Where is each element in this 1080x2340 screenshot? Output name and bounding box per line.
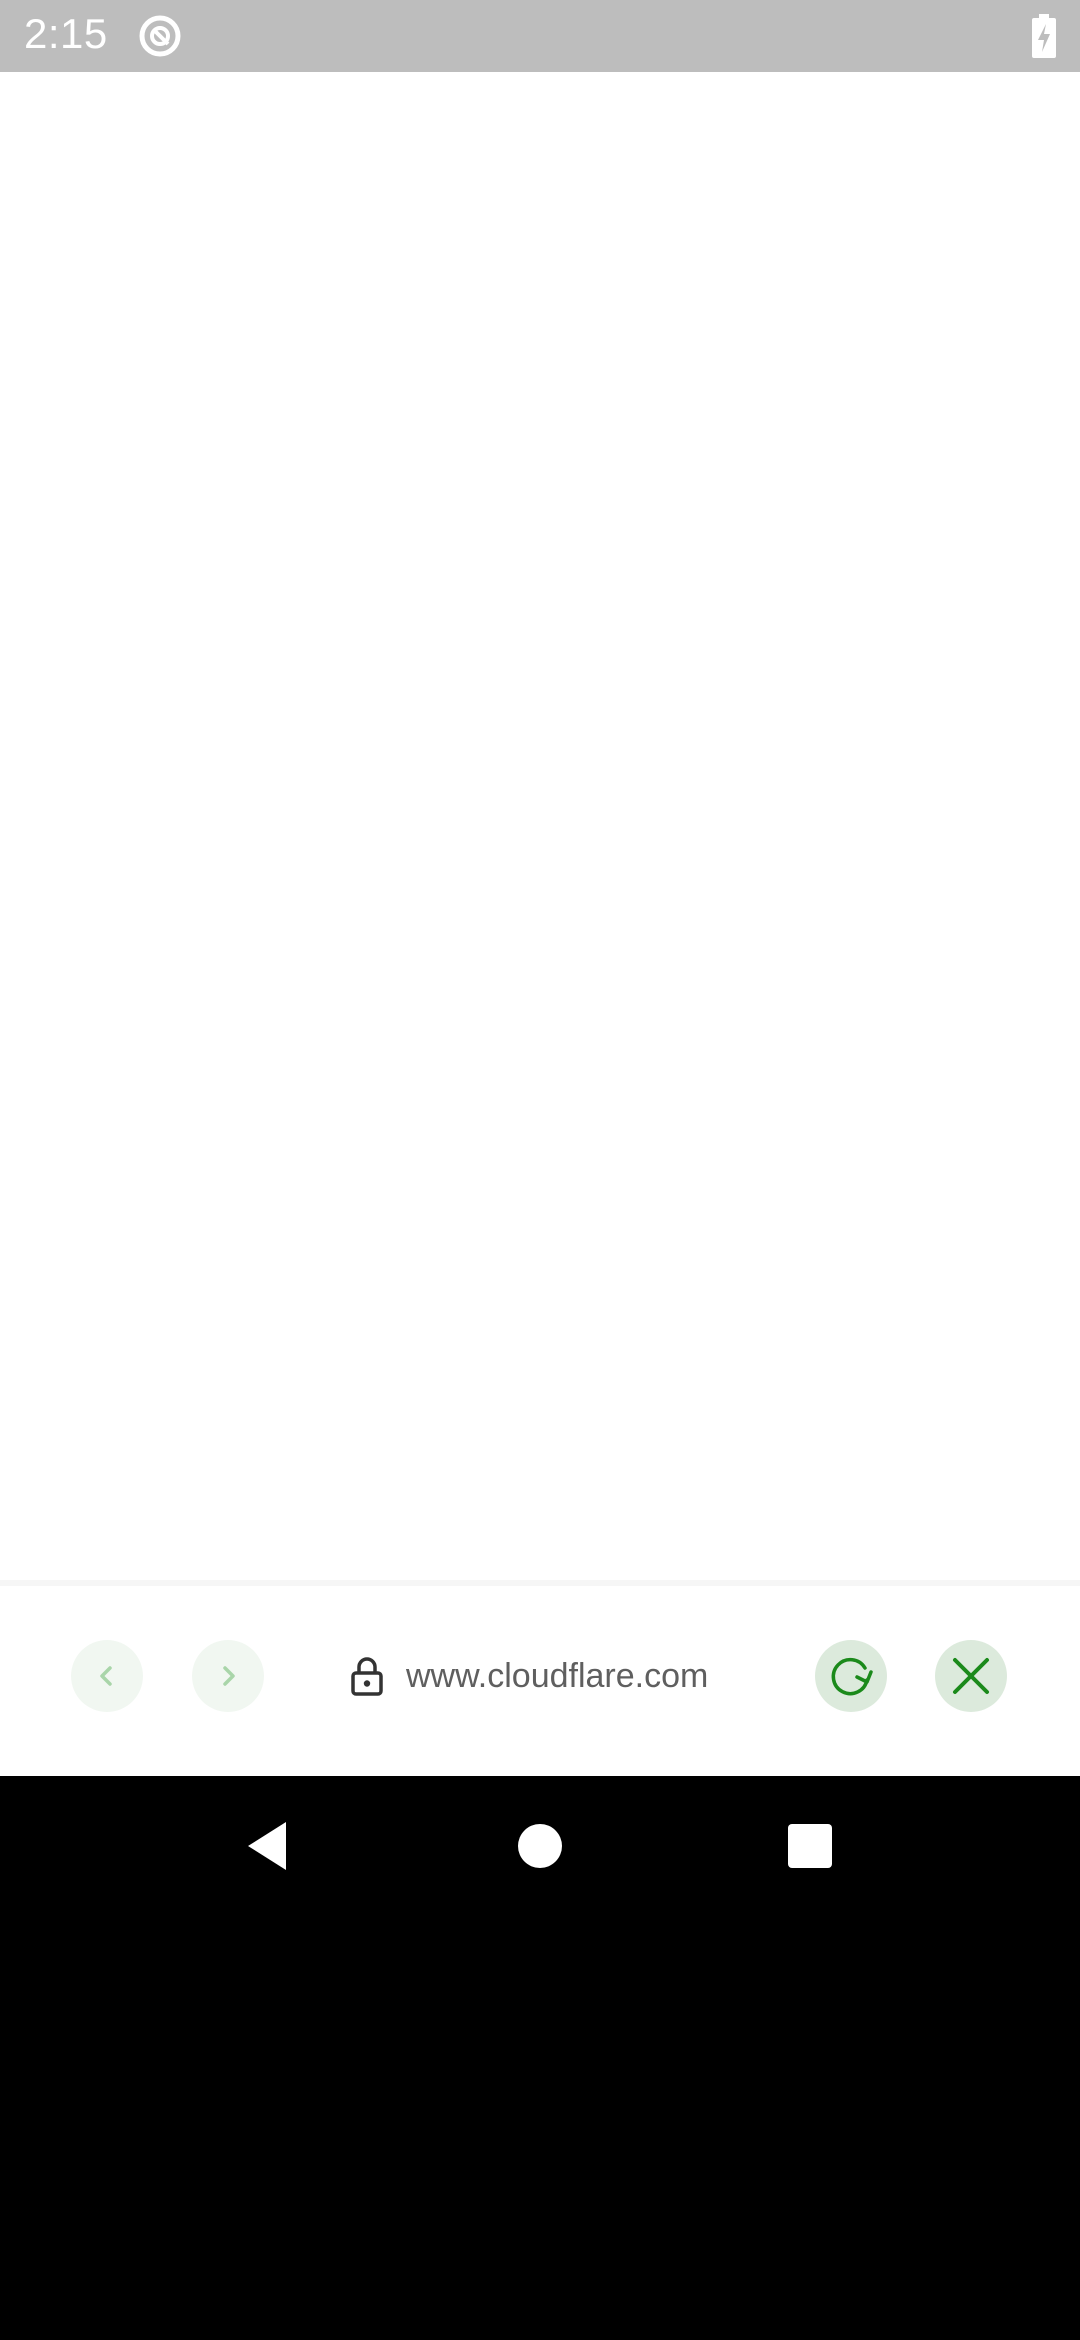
close-icon: [953, 1658, 989, 1694]
status-time: 2:15: [24, 10, 108, 57]
back-button[interactable]: [71, 1640, 143, 1712]
forward-button[interactable]: [192, 1640, 264, 1712]
browser-toolbar: www.cloudflare.com: [0, 1580, 1080, 1776]
reload-icon: [831, 1657, 873, 1696]
square-recents-icon: [788, 1824, 832, 1868]
url-bar[interactable]: www.cloudflare.com: [350, 1648, 708, 1704]
web-content-area[interactable]: [0, 72, 1080, 1580]
at-sign-circle-icon: [139, 15, 181, 57]
triangle-back-icon: [248, 1822, 286, 1870]
reload-button[interactable]: [815, 1640, 887, 1712]
nav-home-button[interactable]: [510, 1816, 570, 1876]
close-button[interactable]: [935, 1640, 1007, 1712]
nav-back-button[interactable]: [238, 1816, 298, 1876]
chevron-right-icon: [223, 1666, 235, 1686]
system-navigation-bar: [0, 1776, 1080, 2340]
nav-recents-button[interactable]: [780, 1816, 840, 1876]
url-text: www.cloudflare.com: [406, 1656, 709, 1695]
status-bar: 2:15: [0, 0, 1080, 72]
chevron-left-icon: [100, 1666, 112, 1686]
circle-home-icon: [518, 1824, 562, 1868]
battery-charging-icon: [1032, 14, 1056, 58]
lock-icon: [351, 1657, 383, 1696]
